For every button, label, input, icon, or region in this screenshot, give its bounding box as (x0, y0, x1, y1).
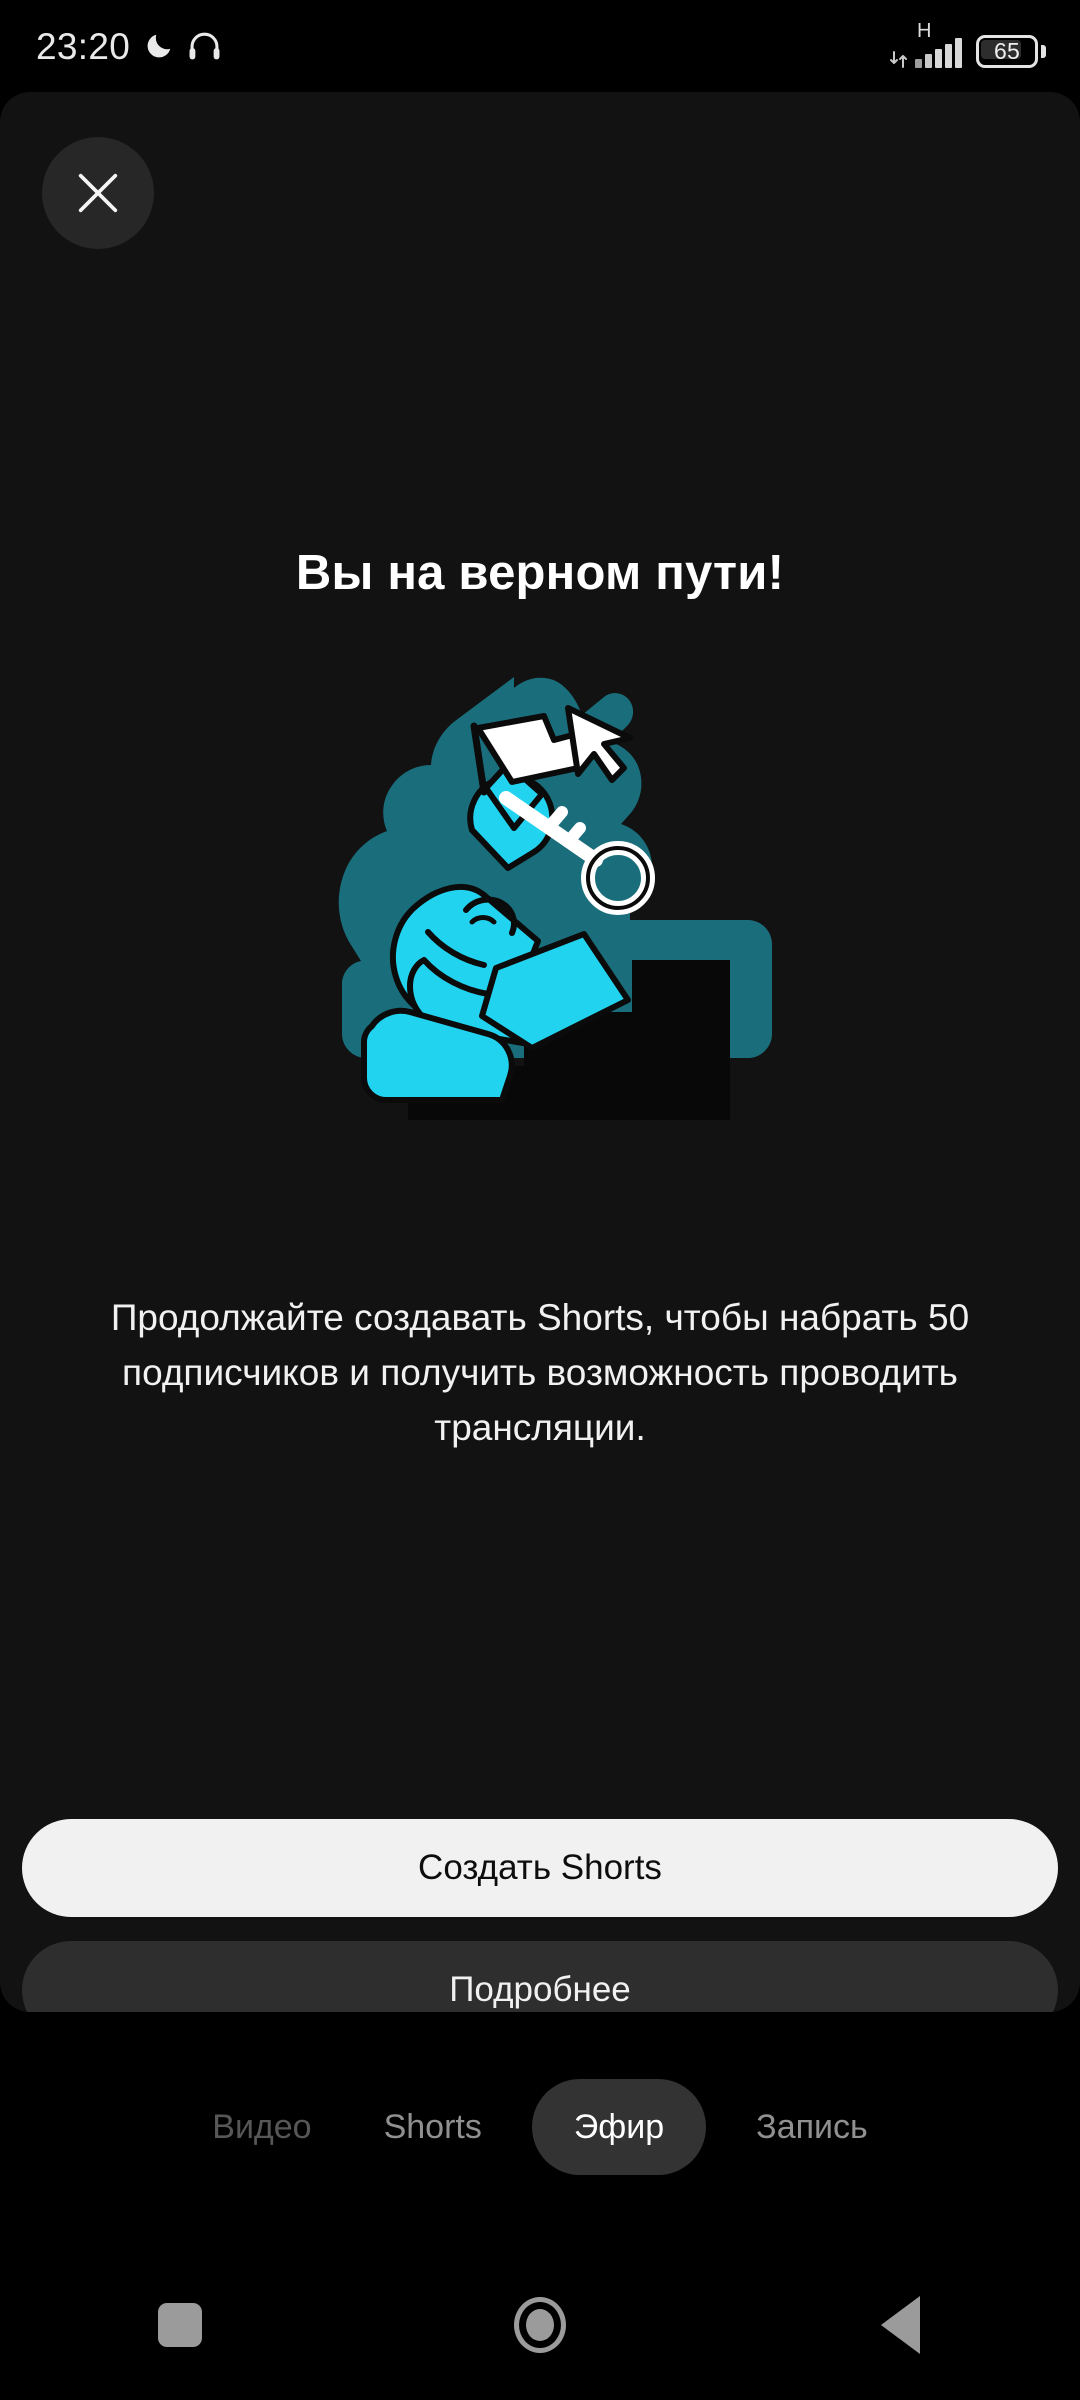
home-circle-icon (514, 2297, 566, 2353)
create-shorts-button[interactable]: Создать Shorts (22, 1819, 1058, 1917)
back-triangle-icon (880, 2296, 920, 2354)
status-bar: 23:20 H 65 (0, 0, 1080, 92)
android-navigation-bar (0, 2250, 1080, 2400)
network-type-label: H (917, 20, 932, 42)
close-icon (72, 167, 124, 219)
back-button[interactable] (825, 2250, 975, 2400)
phone-screen: 23:20 H 65 Вы на верном пути! Продолжайт… (0, 0, 1080, 2400)
battery-tip (1041, 45, 1046, 58)
body-text: Продолжайте создавать Shorts, чтобы набр… (110, 1297, 970, 1448)
home-button[interactable] (465, 2250, 615, 2400)
tab-video[interactable]: Видео (176, 2077, 347, 2177)
tab-shorts[interactable]: Shorts (348, 2077, 518, 2177)
network-status: H (890, 20, 962, 68)
headphones-icon (188, 31, 221, 62)
moon-icon (144, 31, 174, 61)
recents-button[interactable] (105, 2250, 255, 2400)
tab-live[interactable]: Эфир (531, 2079, 707, 2175)
content-sheet: Вы на верном пути! Продолжайте создавать… (0, 92, 1080, 2012)
action-buttons: Создать Shorts Подробнее (22, 1819, 1058, 2012)
signal-bars-icon (915, 38, 962, 68)
status-bar-right: H 65 (890, 20, 1046, 68)
status-bar-clock: 23:20 (36, 25, 131, 67)
close-button[interactable] (42, 137, 154, 249)
capture-mode-tabs: Видео Shorts Эфир Запись (0, 2077, 1080, 2177)
person-climbing-stairs-with-flag-and-key-icon (300, 660, 780, 1150)
battery-percent-label: 65 (994, 38, 1020, 64)
status-bar-left: 23:20 (36, 28, 221, 65)
learn-more-button[interactable]: Подробнее (22, 1941, 1058, 2012)
page-title: Вы на верном пути! (295, 546, 785, 600)
recents-square-icon (158, 2303, 202, 2347)
battery-indicator: 65 (976, 35, 1046, 68)
data-transfer-icon (889, 51, 911, 68)
tab-record[interactable]: Запись (720, 2077, 904, 2177)
